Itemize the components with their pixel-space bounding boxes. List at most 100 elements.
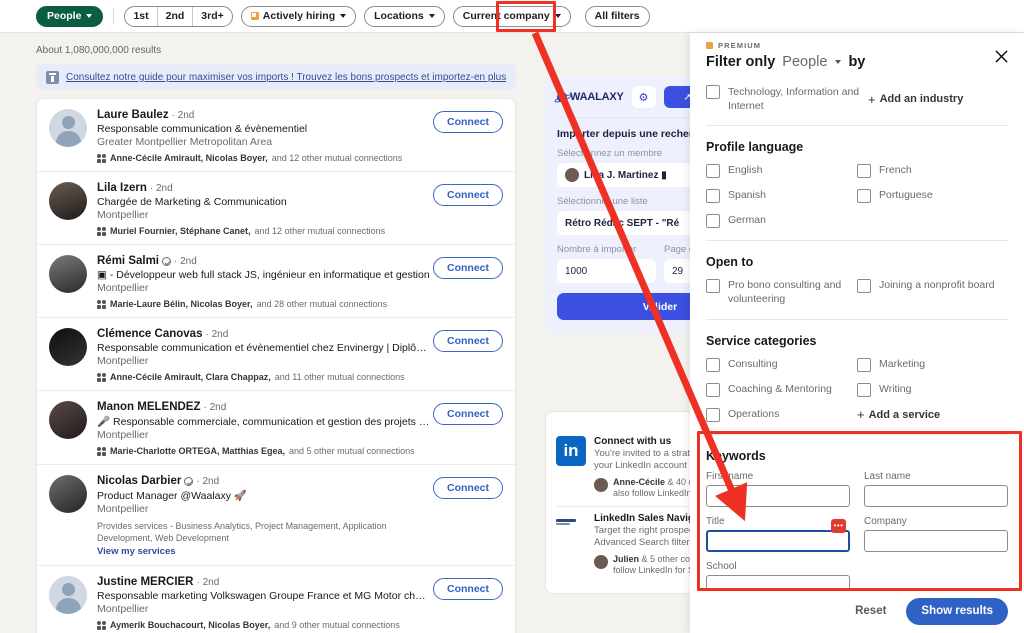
add-an-industry-button[interactable]: + Add an industry bbox=[868, 85, 1008, 113]
reset-button[interactable]: Reset bbox=[849, 601, 892, 621]
avatar bbox=[49, 255, 87, 293]
checkbox-writing[interactable] bbox=[857, 383, 871, 397]
waalaxy-member-select[interactable]: Lisa J. Martinez ▮ bbox=[557, 163, 710, 187]
filter-degree-1st[interactable]: 1st bbox=[125, 7, 156, 26]
checkbox-row-consulting[interactable]: Consulting bbox=[706, 358, 857, 372]
checkbox-row-portuguese[interactable]: Portuguese bbox=[857, 189, 1008, 203]
person-name[interactable]: Clémence Canovas bbox=[97, 328, 202, 340]
all-filters-button[interactable]: All filters bbox=[585, 6, 650, 27]
list-item[interactable]: Rémi Salmi · 2nd ▣ - Développeur web ful… bbox=[37, 245, 515, 318]
list-item[interactable]: Laure Baulez · 2nd Responsable communica… bbox=[37, 99, 515, 172]
title-input[interactable] bbox=[706, 530, 850, 552]
list-item[interactable]: Manon MELENDEZ · 2nd 🎤 Responsable comme… bbox=[37, 391, 515, 465]
section-title-keywords: Keywords bbox=[706, 449, 1008, 463]
add-a-service-button[interactable]: + Add a service bbox=[857, 408, 1008, 422]
checkbox-row-coaching[interactable]: Coaching & Mentoring bbox=[706, 383, 857, 397]
filter-degree-3rd[interactable]: 3rd+ bbox=[192, 7, 231, 26]
avatar bbox=[49, 401, 87, 439]
promo-item[interactable]: in Connect with us You're invited to a s… bbox=[556, 430, 710, 506]
checkbox-row-operations[interactable]: Operations bbox=[706, 408, 857, 422]
person-name[interactable]: Lila Izern bbox=[97, 182, 147, 194]
mutual-names: Muriel Fournier, Stéphane Canet, bbox=[110, 226, 251, 236]
checkbox-consulting[interactable] bbox=[706, 358, 720, 372]
connect-button[interactable]: Connect bbox=[433, 111, 503, 133]
person-name[interactable]: Rémi Salmi bbox=[97, 255, 159, 267]
filter-pill-people[interactable]: People bbox=[36, 6, 103, 27]
connect-button[interactable]: Connect bbox=[433, 578, 503, 600]
show-results-button[interactable]: Show results bbox=[906, 598, 1008, 625]
list-item[interactable]: Nicolas Darbier · 2nd Product Manager @W… bbox=[37, 465, 515, 566]
checkbox-row-marketing[interactable]: Marketing bbox=[857, 358, 1008, 372]
avatar bbox=[49, 182, 87, 220]
first-name-input[interactable] bbox=[706, 485, 850, 507]
filter-pill-current-company[interactable]: Current company bbox=[453, 6, 571, 27]
waalaxy-list-select[interactable]: Rétro Rédac SEPT - "Ré bbox=[557, 211, 710, 235]
close-icon[interactable] bbox=[990, 45, 1012, 67]
person-headline: Responsable communication & évènementiel bbox=[97, 123, 431, 135]
checkbox-portuguese[interactable] bbox=[857, 189, 871, 203]
verified-badge-icon bbox=[184, 477, 193, 486]
checkbox-coaching[interactable] bbox=[706, 383, 720, 397]
mutual-names: Marie-Charlotte ORTEGA, Matthias Egea, bbox=[110, 446, 285, 456]
checkbox-german[interactable] bbox=[706, 214, 720, 228]
view-my-services-link[interactable]: View my services bbox=[97, 546, 431, 557]
filter-panel-body[interactable]: Technology, Information and Internet + A… bbox=[690, 83, 1024, 588]
mutual-connections[interactable]: Marie-Laure Bélin, Nicolas Boyer, and 28… bbox=[97, 299, 431, 309]
checkbox-industry-technology[interactable] bbox=[706, 85, 720, 99]
list-item[interactable]: Justine MERCIER · 2nd Responsable market… bbox=[37, 566, 515, 633]
waalaxy-count-input[interactable]: 1000 bbox=[557, 259, 656, 283]
person-name[interactable]: Laure Baulez bbox=[97, 109, 169, 121]
connect-button[interactable]: Connect bbox=[433, 403, 503, 425]
filter-pill-actively-hiring[interactable]: Actively hiring bbox=[241, 6, 356, 27]
checkbox-row-pro-bono[interactable]: Pro bono consulting and volunteering bbox=[706, 279, 857, 306]
person-name[interactable]: Justine MERCIER bbox=[97, 576, 194, 588]
connection-degree-group[interactable]: 1st 2nd 3rd+ bbox=[124, 6, 232, 27]
checkbox-operations[interactable] bbox=[706, 408, 720, 422]
list-item[interactable]: Clémence Canovas · 2nd Responsable commu… bbox=[37, 318, 515, 391]
school-input[interactable] bbox=[706, 575, 850, 588]
waalaxy-validate-button[interactable]: Valider bbox=[557, 293, 710, 320]
checkbox-row-english[interactable]: English bbox=[706, 164, 857, 178]
checkbox-french[interactable] bbox=[857, 164, 871, 178]
mutual-connections[interactable]: Aymerik Bouchacourt, Nicolas Boyer, and … bbox=[97, 620, 431, 630]
chevron-down-icon[interactable] bbox=[835, 60, 841, 64]
promo-item[interactable]: LinkedIn Sales Navigator Target the righ… bbox=[556, 506, 710, 583]
mutual-connections[interactable]: Anne-Cécile Amirault, Nicolas Boyer, and… bbox=[97, 153, 431, 163]
checkbox-english[interactable] bbox=[706, 164, 720, 178]
checkbox-row-german[interactable]: German bbox=[706, 214, 857, 228]
checkbox-row-french[interactable]: French bbox=[857, 164, 1008, 178]
gear-icon[interactable]: ⚙ bbox=[632, 86, 656, 108]
person-location: Montpellier bbox=[97, 503, 431, 515]
last-name-input[interactable] bbox=[864, 485, 1008, 507]
filter-degree-2nd[interactable]: 2nd bbox=[157, 7, 193, 26]
waalaxy-guide-banner[interactable]: Consultez notre guide pour maximiser vos… bbox=[36, 64, 516, 90]
checkbox-pro-bono[interactable] bbox=[706, 279, 720, 293]
filter-pill-locations[interactable]: Locations bbox=[364, 6, 445, 27]
checkbox-spanish[interactable] bbox=[706, 189, 720, 203]
plus-icon: + bbox=[868, 93, 876, 106]
connect-button[interactable]: Connect bbox=[433, 330, 503, 352]
connect-button[interactable]: Connect bbox=[433, 184, 503, 206]
checkbox-nonprofit-board[interactable] bbox=[857, 279, 871, 293]
person-services: Provides services - Business Analytics, … bbox=[97, 520, 431, 544]
mutual-connections[interactable]: Anne-Cécile Amirault, Clara Chappaz, and… bbox=[97, 372, 431, 382]
checkbox-row-nonprofit-board[interactable]: Joining a nonprofit board bbox=[857, 279, 1008, 306]
mutual-connections[interactable]: Muriel Fournier, Stéphane Canet, and 12 … bbox=[97, 226, 431, 236]
connect-button[interactable]: Connect bbox=[433, 477, 503, 499]
person-degree: · 2nd bbox=[150, 183, 173, 194]
premium-badge-label: PREMIUM bbox=[718, 41, 761, 50]
person-name[interactable]: Nicolas Darbier bbox=[97, 475, 181, 487]
waalaxy-member-label: Sélectionnez un membre bbox=[557, 148, 710, 159]
panel-entity-select-label[interactable]: People bbox=[782, 54, 827, 70]
checkbox-row-spanish[interactable]: Spanish bbox=[706, 189, 857, 203]
company-input[interactable] bbox=[864, 530, 1008, 552]
mutual-connections[interactable]: Marie-Charlotte ORTEGA, Matthias Egea, a… bbox=[97, 446, 431, 456]
checkbox-pro-bono-label: Pro bono consulting and volunteering bbox=[728, 279, 857, 306]
checkbox-marketing[interactable] bbox=[857, 358, 871, 372]
checkbox-row-writing[interactable]: Writing bbox=[857, 383, 1008, 397]
guide-banner-link[interactable]: Consultez notre guide pour maximiser vos… bbox=[66, 72, 506, 83]
keyword-field-school: School bbox=[706, 561, 850, 588]
connect-button[interactable]: Connect bbox=[433, 257, 503, 279]
person-name[interactable]: Manon MELENDEZ bbox=[97, 401, 201, 413]
list-item[interactable]: Lila Izern · 2nd Chargée de Marketing & … bbox=[37, 172, 515, 245]
